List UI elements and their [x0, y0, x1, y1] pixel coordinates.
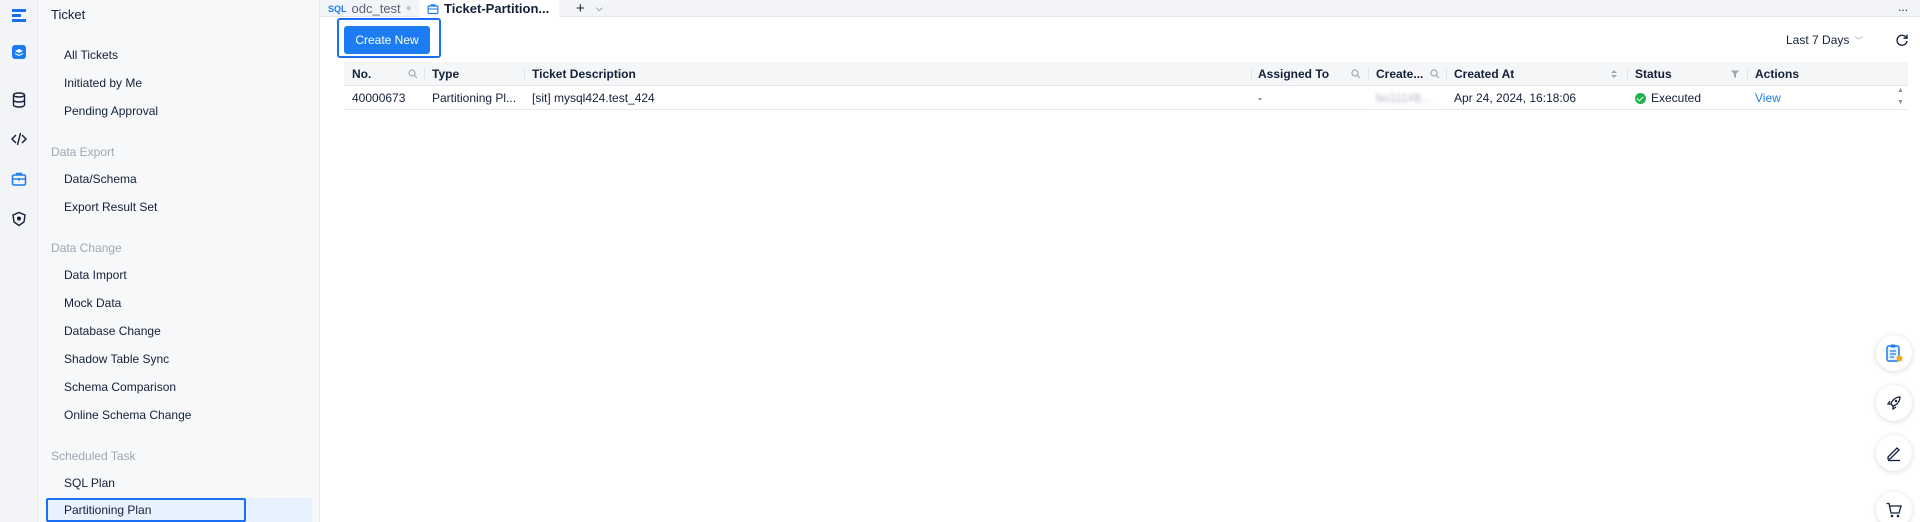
refresh-icon[interactable]	[1895, 33, 1909, 47]
add-tab-button[interactable]: +	[576, 0, 585, 17]
icon-rail	[0, 0, 38, 522]
ticket-icon[interactable]	[9, 169, 29, 189]
cell-no: 40000673	[352, 91, 406, 105]
sidebar-group-data-change: Data Change	[51, 241, 122, 255]
column-header-created-at: Created At	[1454, 67, 1515, 81]
chevron-down-icon[interactable]: ⌵	[596, 0, 603, 17]
column-header-actions: Actions	[1755, 67, 1800, 81]
sidebar-item-data-import[interactable]: Data Import	[64, 265, 127, 285]
date-range-value: Last 7 Days	[1786, 33, 1850, 47]
sidebar-item-initiated-by-me[interactable]: Initiated by Me	[64, 73, 142, 93]
sidebar-title: Ticket	[51, 7, 86, 22]
workspace-icon[interactable]	[9, 42, 29, 62]
sql-icon: SQL	[328, 3, 347, 14]
sidebar-item-schema-comparison[interactable]: Schema Comparison	[64, 377, 176, 397]
success-check-icon	[1635, 93, 1646, 104]
cell-description: [sit] mysql424.test_424	[532, 91, 655, 105]
tab-label: Ticket-Partition...	[444, 1, 550, 16]
code-icon[interactable]	[9, 129, 29, 149]
sidebar-item-sql-plan[interactable]: SQL Plan	[64, 473, 115, 493]
sidebar-group-scheduled-task: Scheduled Task	[51, 449, 136, 463]
tab-odc-test[interactable]: SQL odc_test ●	[328, 0, 416, 17]
cell-status: Executed	[1627, 86, 1737, 110]
view-link[interactable]: View	[1755, 91, 1781, 105]
tab-ticket-partition[interactable]: Ticket-Partition...	[419, 0, 559, 17]
sidebar-item-mock-data[interactable]: Mock Data	[64, 293, 121, 313]
column-header-creator: Create...	[1376, 67, 1424, 81]
sidebar-item-partitioning-plan[interactable]: Partitioning Plan	[64, 500, 151, 520]
ticket-sidebar: Ticket All Tickets Initiated by Me Pendi…	[38, 0, 320, 522]
task-checklist-button[interactable]	[1876, 335, 1912, 371]
cell-type: Partitioning Pl...	[432, 91, 517, 105]
column-header-type: Type	[432, 67, 460, 81]
cart-icon	[1886, 502, 1902, 518]
cell-assigned-to: -	[1258, 91, 1262, 105]
sidebar-item-online-schema-change[interactable]: Online Schema Change	[64, 405, 191, 425]
sidebar-item-data-schema[interactable]: Data/Schema	[64, 169, 137, 189]
scroll-up-icon[interactable]: ▲	[1897, 87, 1904, 94]
chevron-down-icon: ﹀	[1854, 35, 1864, 46]
more-icon[interactable]: ...	[1898, 0, 1908, 14]
ticket-icon	[427, 3, 439, 14]
status-label: Executed	[1651, 91, 1702, 105]
table-row[interactable]: 40000673 Partitioning Pl... [sit] mysql4…	[344, 86, 1908, 110]
checklist-icon	[1886, 344, 1903, 362]
database-icon[interactable]	[9, 90, 29, 110]
pencil-icon	[1887, 447, 1900, 462]
search-icon[interactable]	[1351, 69, 1361, 79]
tab-unsaved-dot-icon[interactable]: ●	[406, 3, 412, 14]
sidebar-item-export-result-set[interactable]: Export Result Set	[64, 197, 157, 217]
create-new-button[interactable]: Create New	[344, 26, 430, 54]
search-icon[interactable]	[408, 69, 418, 79]
rocket-icon	[1886, 396, 1901, 411]
cart-button[interactable]	[1876, 492, 1912, 522]
sidebar-item-pending-approval[interactable]: Pending Approval	[64, 101, 158, 121]
scroll-down-icon[interactable]: ▼	[1897, 99, 1904, 106]
cell-created-at: Apr 24, 2024, 16:18:06	[1454, 91, 1577, 105]
search-icon[interactable]	[1430, 69, 1440, 79]
tab-label: odc_test	[351, 1, 401, 16]
editor-tab-bar: SQL odc_test ● Ticket-Partition... + ⌵ .…	[320, 0, 1920, 17]
column-header-description: Ticket Description	[532, 67, 636, 81]
sidebar-group-data-export: Data Export	[51, 145, 115, 159]
cell-creator: bo111#8...	[1376, 91, 1431, 105]
filter-icon[interactable]	[1730, 69, 1740, 79]
sidebar-item-shadow-table-sync[interactable]: Shadow Table Sync	[64, 349, 169, 369]
column-header-status: Status	[1635, 67, 1672, 81]
security-icon[interactable]	[9, 209, 29, 229]
sort-icon[interactable]	[1609, 69, 1619, 79]
sidebar-item-database-change[interactable]: Database Change	[64, 321, 161, 341]
logo-icon[interactable]	[9, 6, 29, 26]
column-header-assigned-to: Assigned To	[1258, 67, 1330, 81]
table-header: No. Type Ticket Description Assigned To …	[344, 62, 1908, 86]
date-range-select[interactable]: Last 7 Days ﹀	[1786, 33, 1863, 47]
cell-actions: View	[1747, 86, 1807, 110]
rocket-button[interactable]	[1876, 385, 1912, 421]
sidebar-item-all-tickets[interactable]: All Tickets	[64, 45, 118, 65]
edit-button[interactable]	[1876, 435, 1912, 471]
